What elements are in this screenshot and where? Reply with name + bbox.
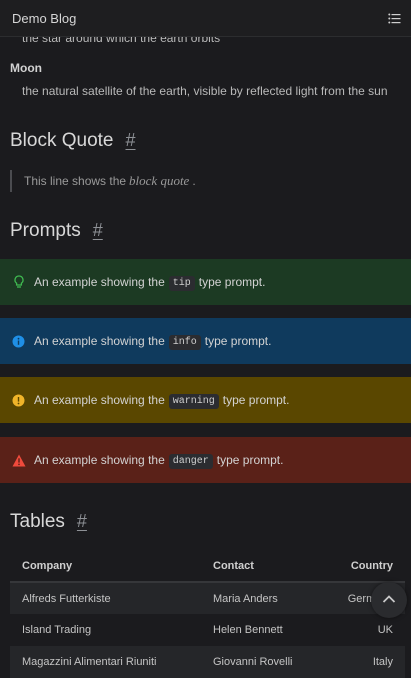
lightbulb-icon xyxy=(11,275,26,290)
table-cell: Giovanni Rovelli xyxy=(201,646,318,678)
table-cell: Island Trading xyxy=(10,614,201,646)
prompt-text-end: type prompt. xyxy=(216,453,284,467)
blockquote-text: This line shows the xyxy=(24,174,127,188)
table-cell: UK xyxy=(317,614,405,646)
prompt-tip: An example showing the tip type prompt. xyxy=(0,259,411,305)
prompt-code: tip xyxy=(168,275,195,291)
back-to-top-button[interactable] xyxy=(371,582,407,618)
heading-prompts: Prompts # xyxy=(10,220,103,242)
table-row: Magazzini Alimentari Riuniti Giovanni Ro… xyxy=(10,646,405,678)
prompt-code: warning xyxy=(168,393,219,409)
definition-moon: the natural satellite of the earth, visi… xyxy=(22,84,388,98)
definition-term-moon: Moon xyxy=(10,61,42,75)
table-cell: Alfreds Futterkiste xyxy=(10,582,201,614)
column-header-contact: Contact xyxy=(201,550,318,583)
table-cell: Maria Anders xyxy=(201,582,318,614)
table-row: Alfreds Futterkiste Maria Anders Germany xyxy=(10,582,405,614)
site-title[interactable]: Demo Blog xyxy=(12,11,76,26)
list-icon[interactable] xyxy=(385,9,403,27)
blockquote: This line shows the block quote . xyxy=(10,170,400,192)
prompt-danger: An example showing the danger type promp… xyxy=(0,437,411,483)
column-header-country: Country xyxy=(317,550,405,583)
heading-anchor-link[interactable]: # xyxy=(93,220,103,241)
heading-tables: Tables # xyxy=(10,511,87,533)
data-table: Company Contact Country Alfreds Futterki… xyxy=(10,550,405,678)
heading-text: Prompts xyxy=(10,220,81,241)
blockquote-emphasis: block quote xyxy=(129,173,190,188)
heading-anchor-link[interactable]: # xyxy=(77,511,87,532)
heading-text: Tables xyxy=(10,511,65,532)
prompt-text: An example showing the xyxy=(34,275,165,289)
heading-text: Block Quote xyxy=(10,130,114,151)
prompt-text: An example showing the xyxy=(34,393,165,407)
prompt-text: An example showing the xyxy=(34,334,165,348)
prompt-text-end: type prompt. xyxy=(198,275,266,289)
table-row: Island Trading Helen Bennett UK xyxy=(10,614,405,646)
prompt-text-end: type prompt. xyxy=(222,393,290,407)
table-cell: Italy xyxy=(317,646,405,678)
warning-triangle-icon xyxy=(11,453,26,468)
table-cell: Magazzini Alimentari Riuniti xyxy=(10,646,201,678)
prompt-text-end: type prompt. xyxy=(204,334,272,348)
prompt-code: info xyxy=(168,334,201,350)
table-cell: Helen Bennett xyxy=(201,614,318,646)
prompt-warning: An example showing the warning type prom… xyxy=(0,377,411,423)
prompt-code: danger xyxy=(168,453,213,469)
exclamation-circle-icon xyxy=(11,393,26,408)
blockquote-end: . xyxy=(192,174,196,188)
heading-anchor-link[interactable]: # xyxy=(126,130,136,151)
prompt-info: An example showing the info type prompt. xyxy=(0,318,411,364)
table-header-row: Company Contact Country xyxy=(10,550,405,583)
prompt-text: An example showing the xyxy=(34,453,165,467)
chevron-up-icon xyxy=(382,591,396,609)
heading-block-quote: Block Quote # xyxy=(10,130,136,152)
top-bar: Demo Blog xyxy=(0,0,411,37)
column-header-company: Company xyxy=(10,550,201,583)
info-circle-icon xyxy=(11,334,26,349)
